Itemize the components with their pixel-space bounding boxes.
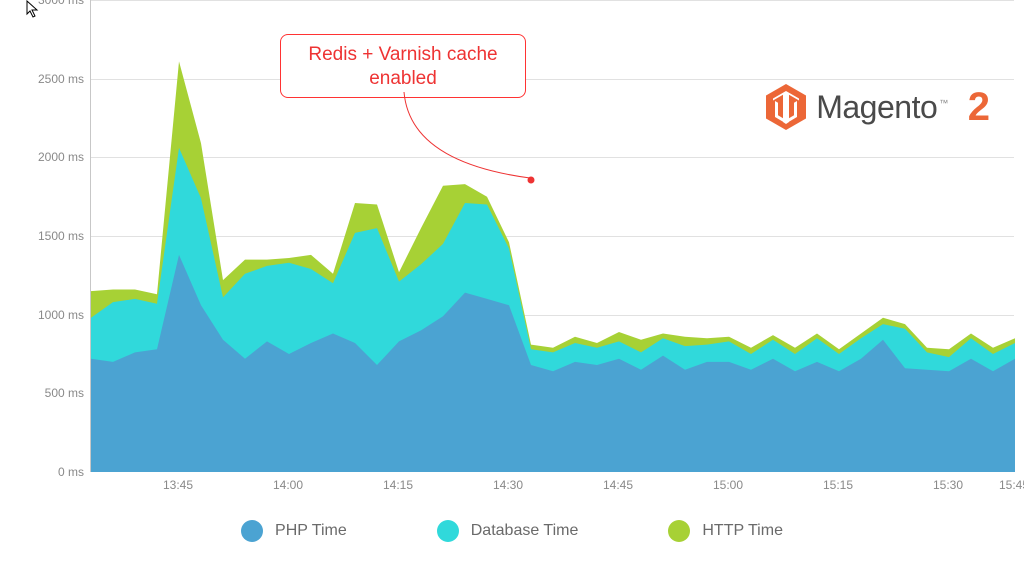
- legend: PHP Time Database Time HTTP Time: [0, 520, 1024, 542]
- x-tick-label: 14:00: [273, 478, 303, 492]
- y-tick-label: 3000 ms: [0, 0, 84, 7]
- legend-swatch: [437, 520, 459, 542]
- legend-item-database[interactable]: Database Time: [437, 520, 579, 542]
- x-tick-label: 15:15: [823, 478, 853, 492]
- x-tick-label: 14:15: [383, 478, 413, 492]
- plot-area: [90, 0, 1014, 472]
- annotation-text-line: enabled: [297, 67, 509, 91]
- logo-tm: ™: [939, 98, 948, 108]
- x-tick-label: 15:45: [999, 478, 1024, 492]
- magento-hex-icon: [766, 84, 806, 130]
- legend-item-php[interactable]: PHP Time: [241, 520, 347, 542]
- legend-label: Database Time: [471, 522, 579, 540]
- y-tick-label: 2500 ms: [0, 72, 84, 86]
- y-tick-label: 2000 ms: [0, 150, 84, 164]
- x-tick-label: 14:45: [603, 478, 633, 492]
- x-tick-label: 15:30: [933, 478, 963, 492]
- y-tick-label: 500 ms: [0, 386, 84, 400]
- legend-item-http[interactable]: HTTP Time: [668, 520, 783, 542]
- stacked-area-svg: [91, 0, 1015, 472]
- legend-label: PHP Time: [275, 522, 347, 540]
- y-tick-label: 0 ms: [0, 465, 84, 479]
- legend-swatch: [668, 520, 690, 542]
- y-tick-label: 1000 ms: [0, 308, 84, 322]
- chart-container: 3000 ms 2500 ms 2000 ms 1500 ms 1000 ms …: [0, 0, 1024, 564]
- legend-label: HTTP Time: [702, 522, 783, 540]
- x-tick-label: 13:45: [163, 478, 193, 492]
- logo-brand-text: Magento™: [816, 89, 948, 126]
- annotation-text-line: Redis + Varnish cache: [297, 43, 509, 67]
- logo-version: 2: [968, 85, 990, 130]
- logo-brand-name: Magento: [816, 89, 937, 125]
- y-tick-label: 1500 ms: [0, 229, 84, 243]
- annotation-callout: Redis + Varnish cache enabled: [280, 34, 526, 98]
- magento-logo: Magento™ 2: [766, 84, 990, 130]
- legend-swatch: [241, 520, 263, 542]
- x-tick-label: 14:30: [493, 478, 523, 492]
- x-tick-label: 15:00: [713, 478, 743, 492]
